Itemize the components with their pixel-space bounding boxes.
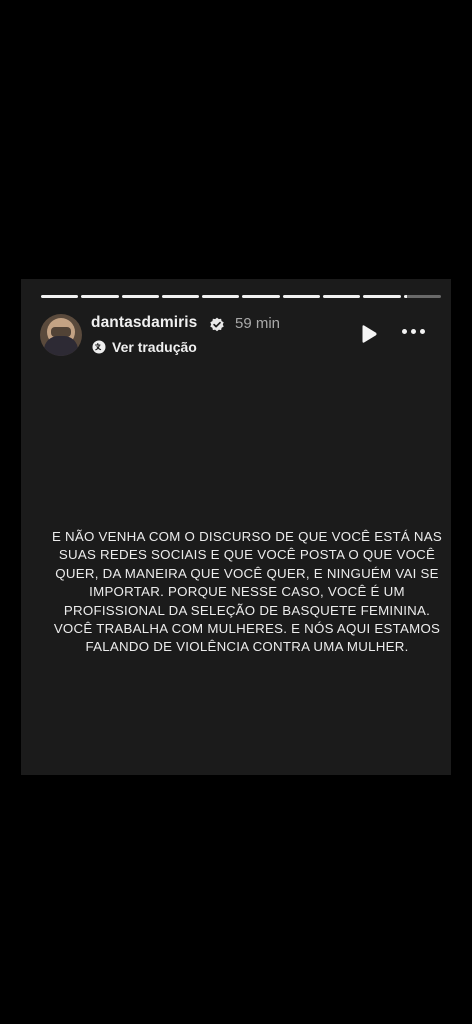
story-progress-bar	[41, 295, 441, 298]
caption-line: PROFISSIONAL DA SELEÇÃO DE BASQUETE FEMI…	[63, 602, 431, 618]
caption-line: E NÃO VENHA COM O DISCURSO DE QUE VOCÊ E…	[51, 529, 443, 544]
more-options-icon[interactable]	[402, 329, 425, 334]
play-icon[interactable]	[360, 324, 378, 344]
progress-segment	[282, 295, 321, 298]
verified-badge-icon	[210, 317, 224, 332]
username[interactable]: dantasdamiris	[91, 314, 197, 332]
caption-line: IMPORTAR. PORQUE NESSE CASO, VOCÊ É UM	[89, 584, 405, 600]
caption-line: VOCÊ TRABALHA COM MULHERES. E NÓS AQUI E…	[53, 621, 441, 637]
progress-segment	[41, 295, 79, 298]
post-time: 59 min	[235, 315, 281, 332]
story-viewer[interactable]: dantasdamiris 59 min Ver tradução E NÃO …	[21, 279, 451, 775]
progress-segment	[363, 295, 401, 298]
caption-line: SUAS REDES SOCIAIS E QUE VOCÊ POSTA O QU…	[58, 547, 436, 563]
progress-segment	[202, 295, 240, 298]
progress-segment	[121, 295, 159, 298]
story-caption: E NÃO VENHA COM O DISCURSO DE QUE VOCÊ E…	[41, 528, 451, 657]
see-translation-button[interactable]: Ver tradução	[92, 339, 197, 355]
see-translation-label: Ver tradução	[112, 339, 197, 355]
progress-segment	[323, 295, 361, 298]
progress-segment	[81, 295, 119, 298]
translate-icon	[92, 340, 106, 354]
avatar[interactable]	[40, 314, 82, 356]
progress-segment	[242, 295, 280, 298]
progress-segment	[403, 295, 441, 298]
caption-line: QUER, DA MANEIRA QUE VOCÊ QUER, E NINGUÉ…	[55, 565, 439, 581]
progress-segment	[161, 295, 200, 298]
caption-line: FALANDO DE VIOLÊNCIA CONTRA UMA MULHER.	[85, 639, 409, 655]
